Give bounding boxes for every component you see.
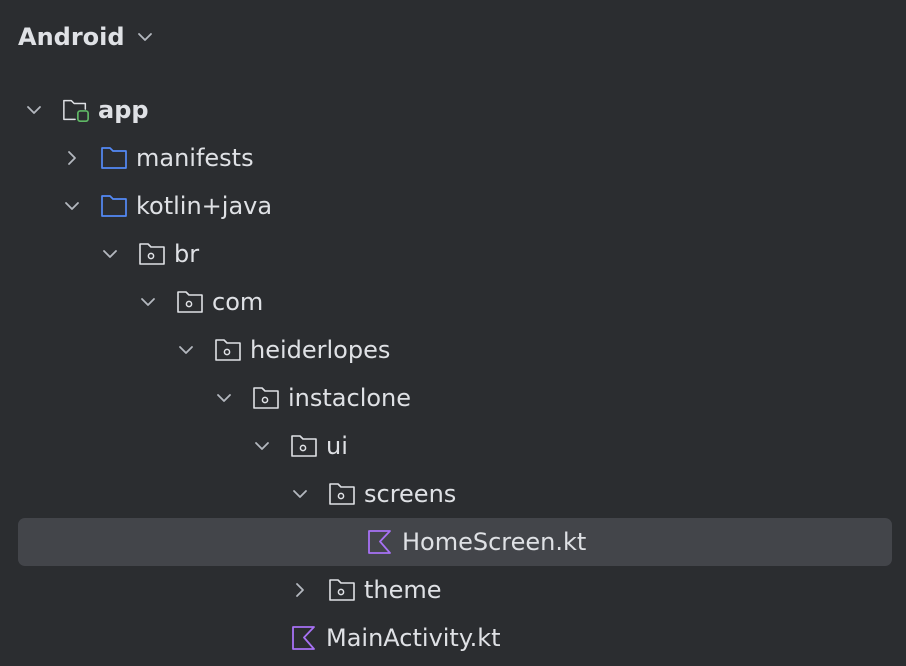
tree-item-label: theme <box>364 576 442 604</box>
tree-item-label: kotlin+java <box>136 192 273 220</box>
tree-item-label: manifests <box>136 144 254 172</box>
project-tree: app manifests kotlin+java br com heiderlopes i… <box>0 86 906 662</box>
chevron-down-icon[interactable] <box>100 244 120 264</box>
tree-item-label: app <box>98 96 149 124</box>
package-folder-icon <box>328 577 356 603</box>
tree-row-kotlin-java[interactable]: kotlin+java <box>0 182 906 230</box>
kotlin-file-icon <box>290 625 318 651</box>
view-selector[interactable]: Android <box>18 16 155 58</box>
package-folder-icon <box>290 433 318 459</box>
tree-row-theme[interactable]: theme <box>0 566 906 614</box>
tree-item-label: HomeScreen.kt <box>402 528 587 556</box>
project-tool-window: Android app manifests kotlin+java br com heid… <box>0 0 906 666</box>
tree-row-instaclone[interactable]: instaclone <box>0 374 906 422</box>
tree-row-app[interactable]: app <box>0 86 906 134</box>
chevron-down-icon[interactable] <box>290 484 310 504</box>
tree-row-com[interactable]: com <box>0 278 906 326</box>
tree-row-ui[interactable]: ui <box>0 422 906 470</box>
chevron-down-icon[interactable] <box>24 100 44 120</box>
chevron-down-icon[interactable] <box>176 340 196 360</box>
chevron-down-icon <box>135 27 155 47</box>
module-folder-icon <box>62 97 90 123</box>
kotlin-file-icon <box>366 529 394 555</box>
source-folder-icon <box>100 193 128 219</box>
tree-item-label: MainActivity.kt <box>326 624 501 652</box>
view-selector-label: Android <box>18 23 125 51</box>
tree-row-mainactivity-kt[interactable]: MainActivity.kt <box>0 614 906 662</box>
package-folder-icon <box>214 337 242 363</box>
tree-item-label: br <box>174 240 200 268</box>
tree-item-label: heiderlopes <box>250 336 391 364</box>
package-folder-icon <box>138 241 166 267</box>
tree-row-br[interactable]: br <box>0 230 906 278</box>
chevron-down-icon[interactable] <box>138 292 158 312</box>
tree-item-label: ui <box>326 432 348 460</box>
tree-row-homescreen-kt[interactable]: HomeScreen.kt <box>0 518 906 566</box>
chevron-down-icon[interactable] <box>62 196 82 216</box>
package-folder-icon <box>252 385 280 411</box>
tree-row-screens[interactable]: screens <box>0 470 906 518</box>
tree-row-heiderlopes[interactable]: heiderlopes <box>0 326 906 374</box>
chevron-down-icon[interactable] <box>252 436 272 456</box>
source-folder-icon <box>100 145 128 171</box>
tree-item-label: screens <box>364 480 457 508</box>
tree-row-manifests[interactable]: manifests <box>0 134 906 182</box>
chevron-down-icon[interactable] <box>214 388 234 408</box>
chevron-right-icon[interactable] <box>62 148 82 168</box>
package-folder-icon <box>328 481 356 507</box>
chevron-right-icon[interactable] <box>290 580 310 600</box>
package-folder-icon <box>176 289 204 315</box>
tree-item-label: com <box>212 288 264 316</box>
tree-item-label: instaclone <box>288 384 412 412</box>
